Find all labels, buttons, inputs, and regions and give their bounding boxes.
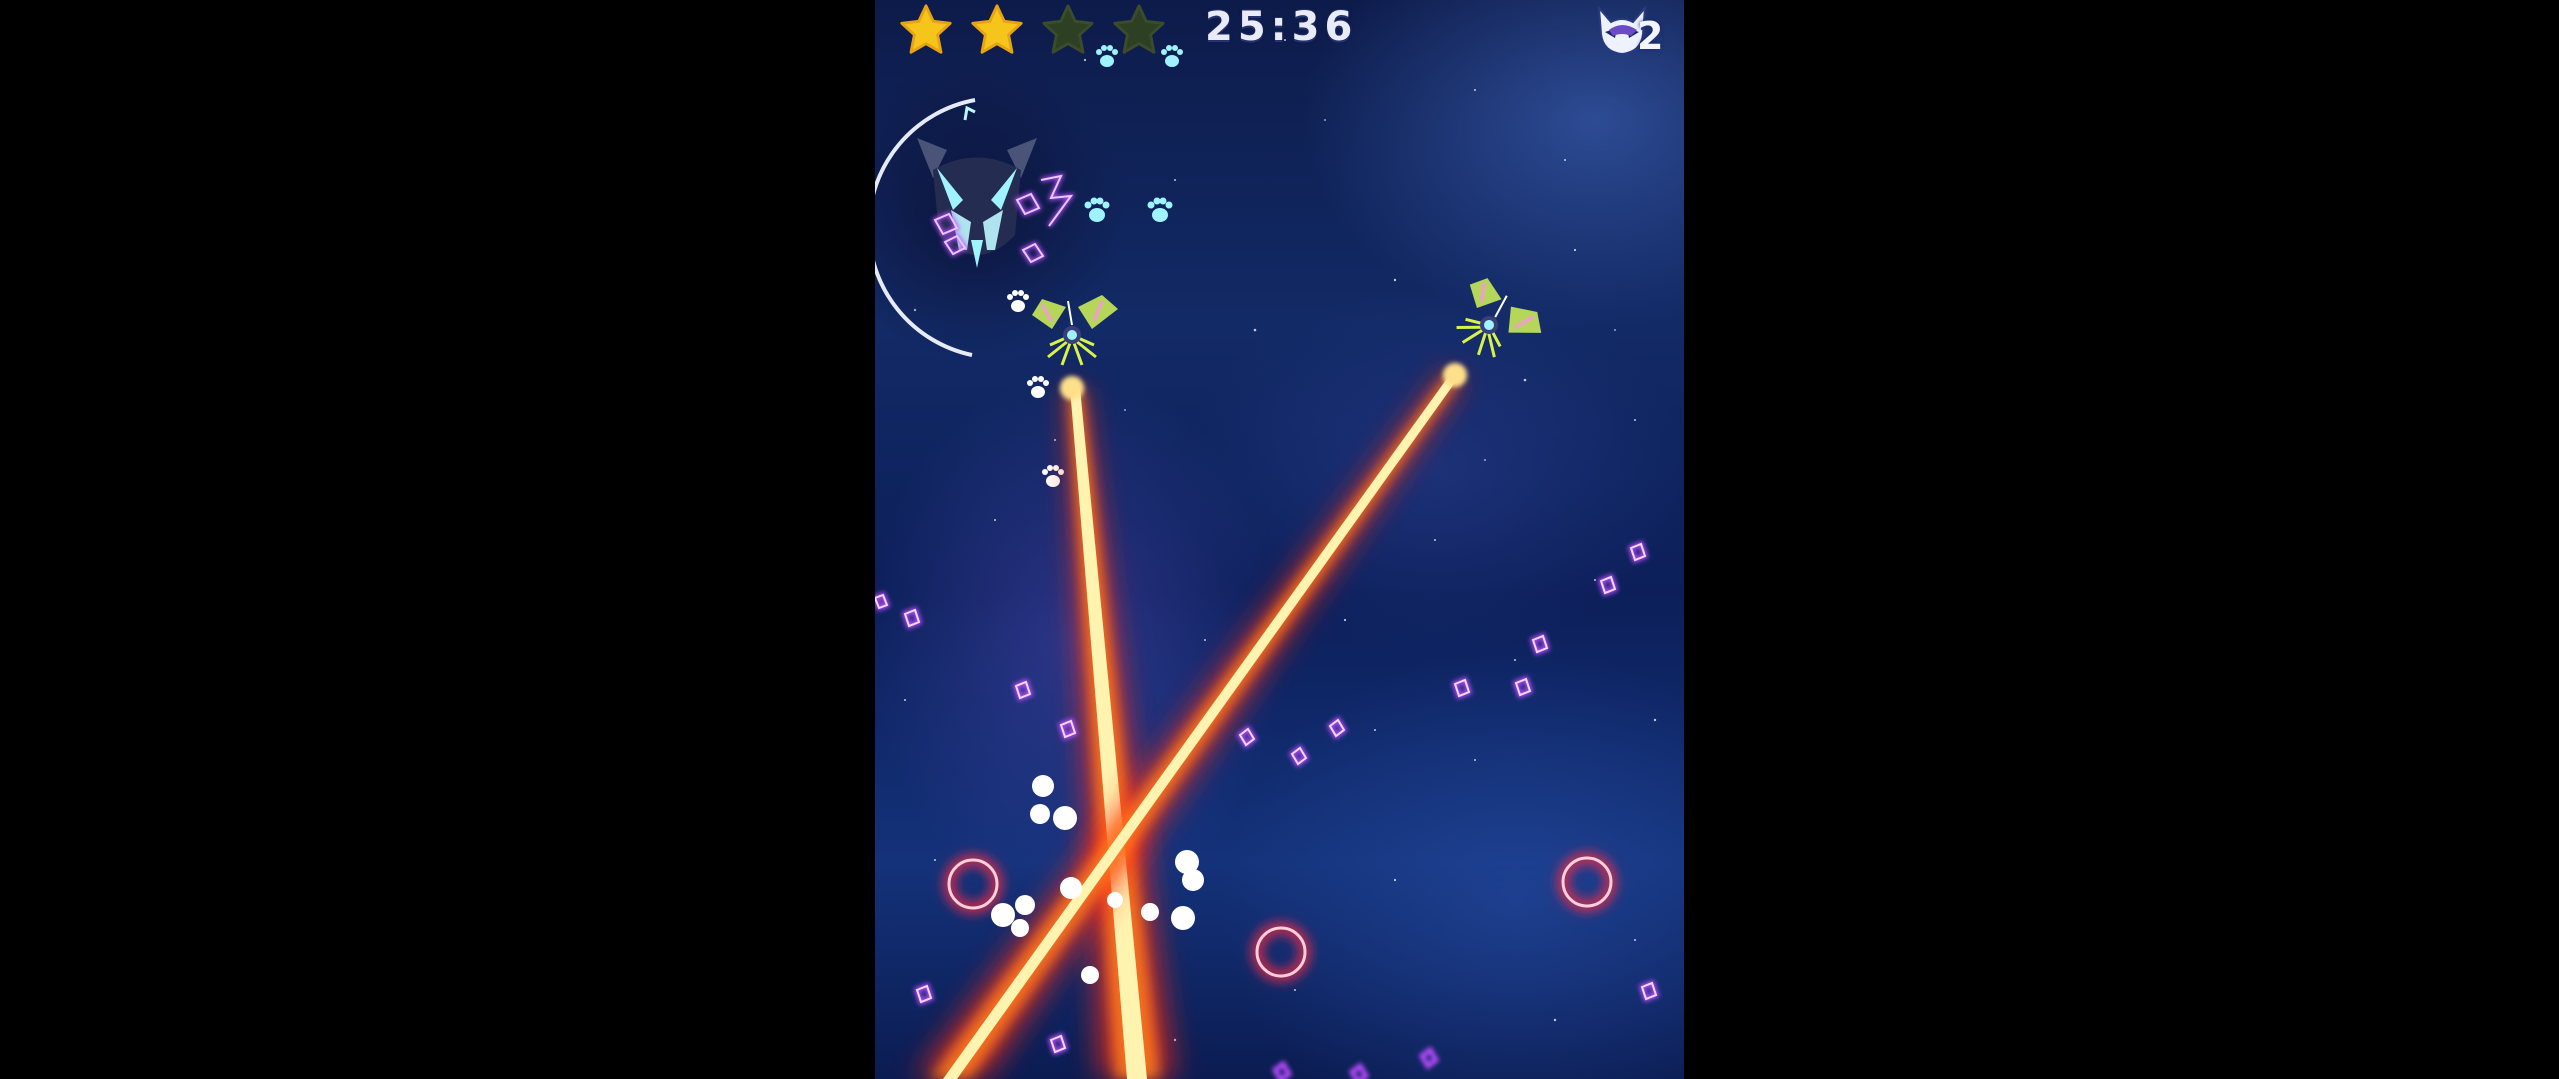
game-viewport[interactable]: 25:36 2 <box>875 0 1684 1079</box>
star-icon <box>900 4 952 54</box>
paw-print-icon[interactable] <box>1147 197 1173 223</box>
lives-count: 2 <box>1637 14 1664 58</box>
paw-print-icon[interactable] <box>1027 376 1049 398</box>
letterbox-right <box>1684 0 2559 1079</box>
star-icon <box>971 4 1023 54</box>
star-rating <box>897 2 1168 60</box>
paw-print-icon[interactable] <box>1042 465 1064 487</box>
laser-beam-right <box>915 370 1463 1079</box>
playfield[interactable] <box>875 0 1684 1079</box>
letterbox-left <box>0 0 875 1079</box>
winged-ship-icon[interactable] <box>1439 269 1550 377</box>
lives-counter: 2 <box>1591 2 1675 64</box>
level-timer: 25:36 <box>1205 4 1358 50</box>
star-icon <box>1042 4 1094 54</box>
star-icon <box>1113 4 1165 54</box>
game-screen: 25:36 2 <box>0 0 2559 1079</box>
